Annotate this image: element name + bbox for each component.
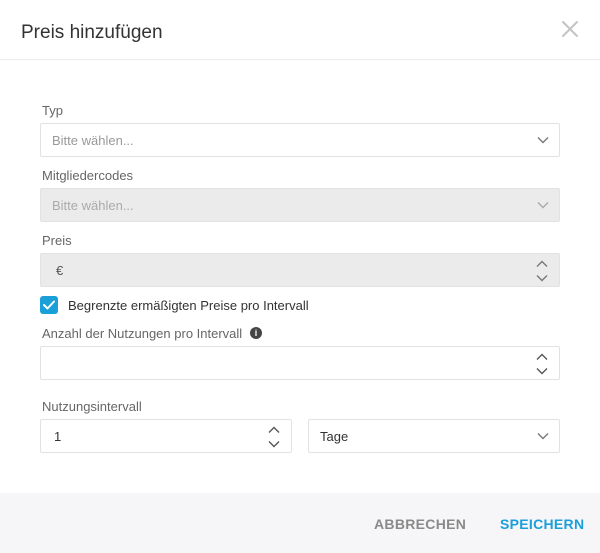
info-icon[interactable]: i [250,327,262,339]
dialog-footer: ABBRECHEN SPEICHERN [0,493,600,553]
intervall-unit: Tage [320,429,349,444]
chevron-down-icon[interactable] [268,440,280,448]
intervall-stepper[interactable] [268,426,280,448]
intervall-label: Nutzungsintervall [42,399,142,414]
anzahl-stepper[interactable] [536,353,548,375]
chevron-down-icon [536,275,548,282]
chevron-up-icon[interactable] [268,426,280,434]
chevron-up-icon [536,260,548,267]
anzahl-input[interactable] [40,346,560,380]
preis-stepper [536,260,548,282]
preis-label: Preis [42,233,72,248]
mitgliedercodes-placeholder: Bitte wählen... [52,198,134,213]
dialog-header: Preis hinzufügen [0,0,600,60]
anzahl-label: Anzahl der Nutzungen pro Intervall [42,326,243,341]
close-icon[interactable] [561,20,579,38]
chevron-down-icon[interactable] [536,367,548,375]
intervall-value: 1 [54,429,62,444]
typ-select[interactable]: Bitte wählen... [40,123,560,157]
chevron-down-icon [537,202,549,209]
currency-symbol: € [56,263,64,278]
typ-placeholder: Bitte wählen... [52,133,134,148]
mitgliedercodes-label: Mitgliedercodes [42,168,134,183]
limit-checkbox-label[interactable]: Begrenzte ermäßigten Preise pro Interval… [68,298,309,313]
limit-checkbox[interactable] [40,296,58,314]
typ-label: Typ [42,103,63,118]
dialog-title: Preis hinzufügen [21,22,163,43]
add-price-dialog: Preis hinzufügen Typ Bitte wählen... Mit… [0,0,600,553]
mitgliedercodes-select: Bitte wählen... [40,188,560,222]
chevron-up-icon[interactable] [536,353,548,361]
cancel-button[interactable]: ABBRECHEN [374,516,466,532]
chevron-down-icon [537,137,549,144]
intervall-value-input[interactable]: 1 [40,419,292,453]
save-button[interactable]: SPEICHERN [500,516,584,532]
chevron-down-icon [537,433,549,440]
intervall-unit-select[interactable]: Tage [308,419,560,453]
checkmark-icon [43,300,55,310]
preis-input: € [40,253,560,287]
